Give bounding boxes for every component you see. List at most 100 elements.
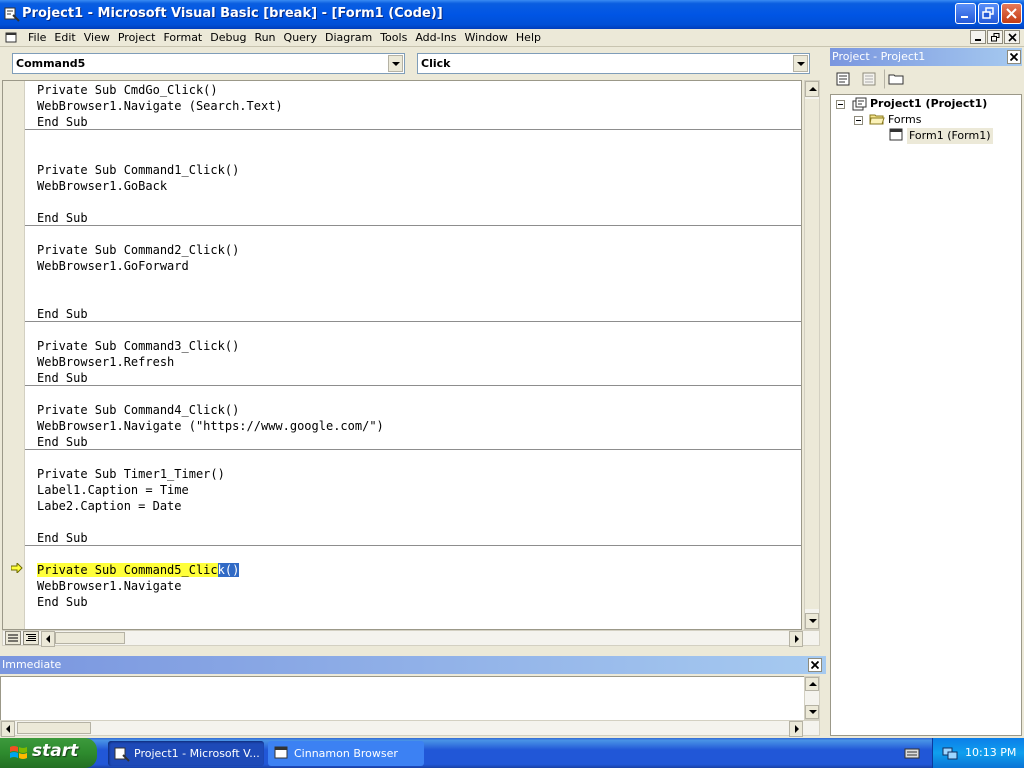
menu-window[interactable]: Window <box>461 31 512 45</box>
code-line[interactable]: WebBrowser1.Navigate <box>37 578 384 594</box>
view-code-button[interactable] <box>832 69 854 89</box>
view-code-icon <box>836 72 850 86</box>
code-line[interactable]: End Sub <box>37 210 384 226</box>
code-line[interactable]: End Sub <box>37 434 384 450</box>
code-line[interactable] <box>37 274 384 290</box>
menu-debug[interactable]: Debug <box>206 31 250 45</box>
code-line[interactable]: Private Sub CmdGo_Click() <box>37 82 384 98</box>
tree-expander[interactable] <box>854 116 863 125</box>
code-line[interactable]: WebBrowser1.Navigate ("https://www.googl… <box>37 418 384 434</box>
code-line[interactable] <box>37 514 384 530</box>
menu-file[interactable]: File <box>24 31 50 45</box>
code-line[interactable]: Private Sub Timer1_Timer() <box>37 466 384 482</box>
menu-diagram[interactable]: Diagram <box>321 31 376 45</box>
minimize-icon <box>975 39 981 41</box>
object-combo-dropdown[interactable] <box>388 55 403 72</box>
code-vertical-scrollbar[interactable] <box>804 80 820 630</box>
code-line[interactable]: End Sub <box>37 530 384 546</box>
scroll-left-button[interactable] <box>1 721 15 737</box>
code-line[interactable]: WebBrowser1.GoBack <box>37 178 384 194</box>
immediate-window: Immediate <box>0 656 826 738</box>
code-line[interactable] <box>37 450 384 466</box>
code-line[interactable]: End Sub <box>37 370 384 386</box>
immediate-close-button[interactable] <box>808 658 822 672</box>
code-line[interactable] <box>37 546 384 562</box>
project-explorer-close-button[interactable] <box>1007 50 1021 64</box>
menu-tools[interactable]: Tools <box>376 31 411 45</box>
code-line[interactable] <box>37 386 384 402</box>
menu-view[interactable]: View <box>80 31 114 45</box>
menu-run[interactable]: Run <box>250 31 279 45</box>
code-editor[interactable]: Private Sub CmdGo_Click() WebBrowser1.Na… <box>2 80 802 630</box>
scroll-up-button[interactable] <box>805 677 819 691</box>
menu-query[interactable]: Query <box>280 31 321 45</box>
code-line[interactable] <box>37 290 384 306</box>
procedure-combo-dropdown[interactable] <box>793 55 808 72</box>
tree-item-forms[interactable]: Forms <box>888 112 921 128</box>
tree-item-form1[interactable]: Form1 (Form1) <box>907 128 993 144</box>
scroll-right-button[interactable] <box>789 631 803 647</box>
scroll-down-button[interactable] <box>805 613 819 629</box>
menu-format[interactable]: Format <box>159 31 206 45</box>
immediate-title[interactable]: Immediate <box>0 656 826 674</box>
code-window-icon[interactable] <box>5 32 18 44</box>
code-line[interactable]: End Sub <box>37 306 384 322</box>
project-tree[interactable]: Project1 (Project1) Forms Form1 (Form1) <box>830 94 1022 736</box>
code-line[interactable]: WebBrowser1.Refresh <box>37 354 384 370</box>
keyboard-icon[interactable] <box>904 747 920 759</box>
menu-add-ins[interactable]: Add-Ins <box>411 31 460 45</box>
code-line[interactable]: Private Sub Command3_Click() <box>37 338 384 354</box>
tree-item-project[interactable]: Project1 (Project1) <box>870 96 987 112</box>
break-line[interactable]: Private Sub Command5_Click() <box>37 562 384 578</box>
code-line[interactable]: Private Sub Command2_Click() <box>37 242 384 258</box>
menu-help[interactable]: Help <box>512 31 545 45</box>
code-line[interactable]: Label1.Caption = Time <box>37 482 384 498</box>
procedure-combo[interactable]: Click <box>417 53 810 74</box>
tree-expander[interactable] <box>836 100 845 109</box>
title-bar[interactable]: Project1 - Microsoft Visual Basic [break… <box>0 0 1024 29</box>
toggle-folders-button[interactable] <box>884 69 906 89</box>
minimize-button[interactable] <box>955 3 976 24</box>
code-line[interactable] <box>37 322 384 338</box>
immediate-horizontal-scrollbar[interactable] <box>0 720 820 737</box>
scroll-right-button[interactable] <box>789 721 803 737</box>
project-explorer-title[interactable]: Project - Project1 <box>830 48 1022 66</box>
menu-project[interactable]: Project <box>114 31 160 45</box>
code-line[interactable]: WebBrowser1.GoForward <box>37 258 384 274</box>
code-line[interactable]: WebBrowser1.Navigate (Search.Text) <box>37 98 384 114</box>
menu-edit[interactable]: Edit <box>50 31 79 45</box>
full-module-view-icon <box>26 634 36 641</box>
mdi-minimize-button[interactable] <box>970 30 986 44</box>
close-button[interactable] <box>1001 3 1022 24</box>
code-line[interactable] <box>37 194 384 210</box>
code-line[interactable]: Labe2.Caption = Date <box>37 498 384 514</box>
restore-button[interactable] <box>978 3 999 24</box>
scroll-up-button[interactable] <box>805 81 819 97</box>
network-icon[interactable] <box>942 745 958 761</box>
scroll-left-button[interactable] <box>41 631 55 647</box>
object-combo[interactable]: Command5 <box>12 53 405 74</box>
mdi-restore-button[interactable] <box>987 30 1003 44</box>
clock[interactable]: 10:13 PM <box>965 746 1016 759</box>
view-object-button[interactable] <box>858 69 880 89</box>
vb-app-icon[interactable] <box>4 6 20 22</box>
code-line[interactable] <box>37 226 384 242</box>
procedure-view-button[interactable] <box>5 631 21 645</box>
full-module-view-button[interactable] <box>23 631 39 645</box>
code-line[interactable]: End Sub <box>37 594 384 610</box>
horizontal-scroll-thumb[interactable] <box>55 632 125 644</box>
margin-indicator-bar[interactable] <box>3 81 25 629</box>
scroll-thumb[interactable] <box>805 99 819 609</box>
horizontal-scroll-thumb[interactable] <box>17 722 91 734</box>
mdi-close-button[interactable] <box>1004 30 1020 44</box>
code-line[interactable]: Private Sub Command1_Click() <box>37 162 384 178</box>
start-button[interactable]: start <box>0 738 97 768</box>
scroll-down-button[interactable] <box>805 705 819 719</box>
code-line[interactable]: End Sub <box>37 114 384 130</box>
code-line[interactable] <box>37 146 384 162</box>
code-line[interactable] <box>37 130 384 146</box>
immediate-vertical-scrollbar[interactable] <box>804 676 820 720</box>
taskbar-button-cinnamon-browser[interactable]: Cinnamon Browser <box>268 741 424 766</box>
code-line[interactable]: Private Sub Command4_Click() <box>37 402 384 418</box>
taskbar-button-visual-basic[interactable]: Project1 - Microsoft V... <box>108 741 264 766</box>
